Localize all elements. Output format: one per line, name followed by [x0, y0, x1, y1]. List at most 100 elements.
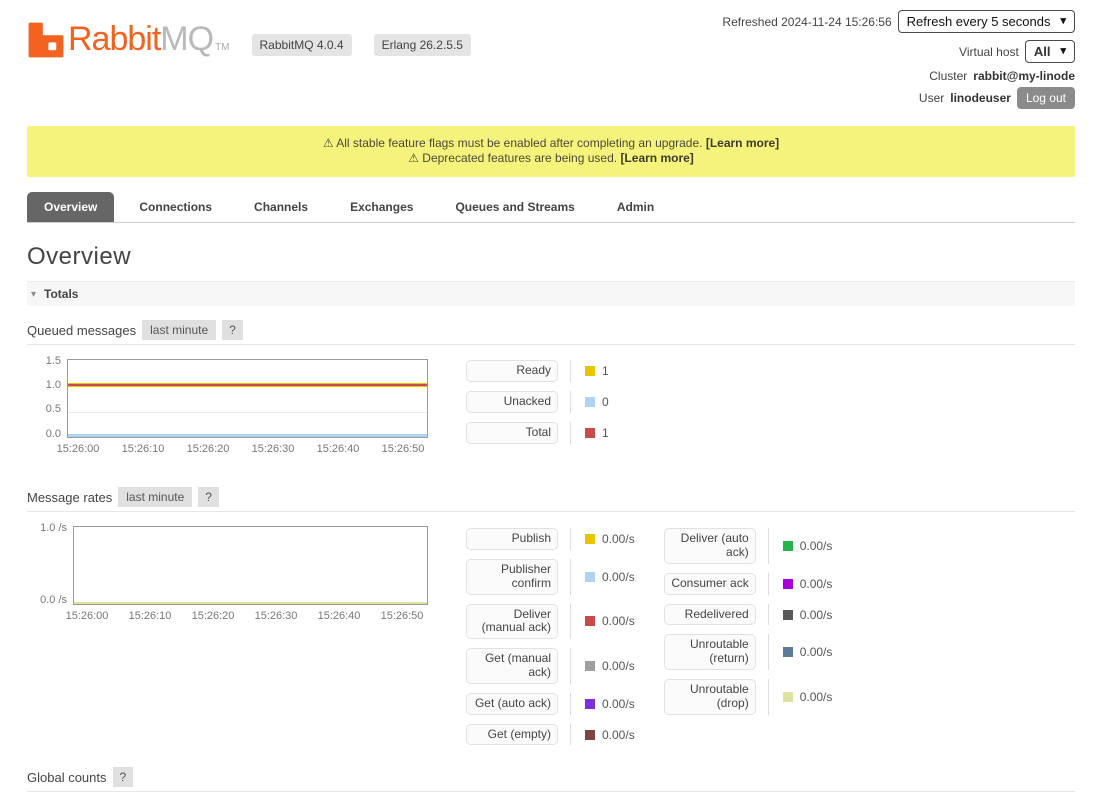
plot-area: [73, 526, 428, 605]
x-tick: 15:26:20: [187, 443, 230, 455]
status-area: Refreshed 2024-11-24 15:26:56 Refresh ev…: [722, 10, 1075, 116]
message-rates-legend-right: Deliver (auto ack) 0.00/s Consumer ack 0…: [664, 528, 833, 714]
deliver-auto-ack-rate: 0.00/s: [800, 539, 833, 553]
virtual-host-select[interactable]: All ▾: [1025, 40, 1075, 63]
global-counts-title: Global counts: [27, 770, 107, 785]
deliver-manual-ack-rate: 0.00/s: [602, 614, 635, 628]
x-tick: 15:26:40: [317, 443, 360, 455]
get-empty-swatch: [585, 730, 595, 740]
legend-label-unroutable-drop[interactable]: Unroutable (drop): [664, 679, 756, 715]
legend-label-total[interactable]: Total: [466, 422, 558, 444]
user-name: linodeuser: [950, 92, 1011, 104]
message-rates-legend-left: Publish 0.00/s Publisher confirm 0.00/s …: [466, 528, 635, 745]
legend-label-ready[interactable]: Ready: [466, 360, 558, 382]
warning-banner: ⚠ All stable feature flags must be enabl…: [27, 126, 1075, 177]
user-label: User: [919, 92, 944, 104]
rates-help-icon[interactable]: ?: [198, 487, 219, 507]
tab-channels[interactable]: Channels: [237, 192, 325, 222]
publisher-confirm-rate: 0.00/s: [602, 570, 635, 584]
redelivered-rate: 0.00/s: [800, 608, 833, 622]
get-manual-ack-rate: 0.00/s: [602, 659, 635, 673]
queued-messages-chart: 1.5 1.0 0.5 0.0 15:26:00 15:26:10 15:26:…: [27, 357, 427, 457]
get-empty-rate: 0.00/s: [602, 728, 635, 742]
x-tick: 15:26:30: [255, 610, 298, 622]
series-line-total: [68, 384, 427, 386]
ready-value: 1: [602, 364, 609, 378]
legend-label-unroutable-return[interactable]: Unroutable (return): [664, 634, 756, 670]
totals-section-header[interactable]: ▾ Totals: [27, 281, 1075, 306]
legend-label-get-manual-ack[interactable]: Get (manual ack): [466, 648, 558, 684]
erlang-version-badge: Erlang 26.2.5.5: [374, 34, 471, 56]
total-value: 1: [602, 426, 609, 440]
main-nav-tabs: Overview Connections Channels Exchanges …: [27, 192, 1075, 223]
refresh-interval-select[interactable]: Refresh every 5 seconds ▾: [898, 10, 1075, 33]
y-tick: 0.0: [27, 428, 61, 440]
y-tick: 0.5: [27, 403, 61, 415]
rates-range-badge[interactable]: last minute: [118, 487, 192, 507]
unroutable-drop-swatch: [783, 692, 793, 702]
chevron-down-icon: ▾: [1060, 16, 1066, 27]
publisher-confirm-swatch: [585, 572, 595, 582]
legend-label-get-empty[interactable]: Get (empty): [466, 724, 558, 746]
logo-trademark: TM: [215, 42, 229, 53]
y-tick: 1.0 /s: [27, 522, 67, 534]
unacked-value: 0: [602, 395, 609, 409]
message-rates-chart: 1.0 /s 0.0 /s 15:26:00 15:26:10 15:26:20…: [27, 524, 427, 624]
ready-swatch: [585, 366, 595, 376]
tab-connections[interactable]: Connections: [122, 192, 229, 222]
logout-button[interactable]: Log out: [1017, 87, 1075, 109]
legend-label-deliver-auto-ack[interactable]: Deliver (auto ack): [664, 528, 756, 564]
x-tick: 15:26:10: [122, 443, 165, 455]
tab-overview[interactable]: Overview: [27, 192, 114, 222]
feature-flags-warning: ⚠ All stable feature flags must be enabl…: [323, 136, 703, 150]
get-auto-ack-swatch: [585, 699, 595, 709]
legend-label-consumer-ack[interactable]: Consumer ack: [664, 573, 756, 595]
deliver-manual-ack-swatch: [585, 616, 595, 626]
tab-exchanges[interactable]: Exchanges: [333, 192, 430, 222]
totals-label: Totals: [44, 287, 78, 301]
collapse-triangle-icon[interactable]: ▾: [31, 289, 36, 300]
refreshed-timestamp: Refreshed 2024-11-24 15:26:56: [722, 16, 891, 28]
consumer-ack-rate: 0.00/s: [800, 577, 833, 591]
tab-admin[interactable]: Admin: [600, 192, 671, 222]
message-rates-title: Message rates: [27, 490, 112, 505]
tab-queues-and-streams[interactable]: Queues and Streams: [438, 192, 591, 222]
redelivered-swatch: [783, 610, 793, 620]
x-tick: 15:26:30: [252, 443, 295, 455]
unroutable-return-rate: 0.00/s: [800, 645, 833, 659]
virtual-host-label: Virtual host: [959, 46, 1019, 58]
deliver-auto-ack-swatch: [783, 541, 793, 551]
y-tick: 1.5: [27, 355, 61, 367]
logo-text-mq: MQ: [160, 20, 213, 59]
feature-flags-learn-more-link[interactable]: [Learn more]: [706, 136, 779, 150]
queued-help-icon[interactable]: ?: [222, 320, 243, 340]
unroutable-drop-rate: 0.00/s: [800, 690, 833, 704]
series-line-unacked: [68, 434, 427, 437]
y-tick: 0.0 /s: [27, 594, 67, 606]
deprecated-learn-more-link[interactable]: [Learn more]: [620, 151, 693, 165]
logo-text-rabbit: Rabbit: [68, 20, 160, 59]
x-tick: 15:26:40: [318, 610, 361, 622]
legend-label-publish[interactable]: Publish: [466, 528, 558, 550]
legend-label-publisher-confirm[interactable]: Publisher confirm: [466, 559, 558, 595]
legend-label-deliver-manual-ack[interactable]: Deliver (manual ack): [466, 604, 558, 640]
queued-range-badge[interactable]: last minute: [142, 320, 216, 340]
rabbitmq-logo[interactable]: RabbitMQ TM: [27, 20, 230, 59]
legend-label-get-auto-ack[interactable]: Get (auto ack): [466, 693, 558, 715]
series-line-zero: [74, 602, 427, 604]
deprecated-features-warning: ⚠ Deprecated features are being used.: [408, 151, 617, 165]
cluster-name: rabbit@my-linode: [973, 70, 1075, 82]
header: RabbitMQ TM RabbitMQ 4.0.4 Erlang 26.2.5…: [0, 0, 1094, 116]
page-title: Overview: [27, 243, 1075, 271]
legend-label-unacked[interactable]: Unacked: [466, 391, 558, 413]
global-counts-help-icon[interactable]: ?: [113, 767, 134, 787]
get-auto-ack-rate: 0.00/s: [602, 697, 635, 711]
unacked-swatch: [585, 397, 595, 407]
legend-label-redelivered[interactable]: Redelivered: [664, 604, 756, 626]
x-tick: 15:26:50: [382, 443, 425, 455]
rabbitmq-version-badge: RabbitMQ 4.0.4: [252, 34, 352, 56]
rabbitmq-logo-icon: [27, 21, 65, 59]
x-tick: 15:26:00: [57, 443, 100, 455]
plot-area: [67, 359, 428, 438]
y-tick: 1.0: [27, 379, 61, 391]
